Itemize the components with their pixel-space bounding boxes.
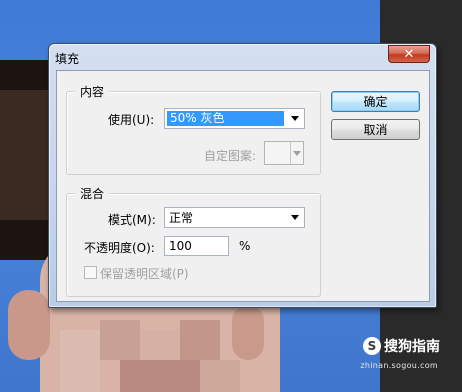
chevron-down-icon bbox=[286, 109, 304, 128]
blending-group-title: 混合 bbox=[75, 185, 110, 202]
close-button[interactable]: ✕ bbox=[388, 45, 430, 63]
opacity-unit: % bbox=[239, 239, 251, 253]
contents-group: 内容 使用(U): 50% 灰色 自定图案: bbox=[66, 83, 321, 175]
mosaic-block bbox=[180, 320, 220, 360]
opacity-label: 不透明度(O): bbox=[84, 241, 155, 255]
custom-pattern-picker[interactable] bbox=[264, 141, 304, 165]
use-label: 使用(U): bbox=[108, 113, 155, 127]
use-dropdown-value: 50% 灰色 bbox=[167, 111, 284, 126]
mosaic-block bbox=[140, 330, 180, 360]
pattern-swatch bbox=[265, 142, 291, 164]
blending-group: 混合 模式(M): 正常 不透明度(O): 100 % 保留透明区域(P) bbox=[66, 185, 321, 297]
mosaic-block bbox=[120, 360, 200, 392]
ok-button[interactable]: 确定 bbox=[331, 91, 420, 112]
preserve-transparency-label: 保留透明区域(P) bbox=[100, 267, 189, 281]
preserve-transparency-checkbox[interactable] bbox=[84, 266, 97, 279]
sogou-logo-icon: S bbox=[363, 337, 381, 355]
watermark-url: zhinan.sogou.com bbox=[360, 361, 438, 370]
mosaic-block bbox=[60, 330, 100, 392]
chevron-down-icon bbox=[291, 142, 303, 164]
contents-group-title: 内容 bbox=[75, 83, 110, 100]
dialog-title-bar[interactable]: 填充 ✕ bbox=[49, 44, 436, 70]
close-icon: ✕ bbox=[403, 46, 415, 62]
mode-dropdown[interactable]: 正常 bbox=[164, 207, 305, 228]
dialog-title: 填充 bbox=[55, 52, 80, 66]
fill-dialog: 填充 ✕ 内容 使用(U): 50% 灰色 自定图案: 混合 模式(M): 正常 bbox=[48, 43, 437, 308]
mosaic-block bbox=[100, 320, 140, 360]
photo-right-ear bbox=[232, 305, 264, 360]
mode-dropdown-value: 正常 bbox=[169, 211, 194, 225]
opacity-input[interactable]: 100 bbox=[164, 236, 229, 256]
watermark-brand: 搜狗指南 bbox=[384, 339, 440, 355]
use-dropdown[interactable]: 50% 灰色 bbox=[164, 108, 305, 129]
dialog-client-area: 内容 使用(U): 50% 灰色 自定图案: 混合 模式(M): 正常 不透明度… bbox=[56, 70, 430, 302]
mode-label: 模式(M): bbox=[108, 213, 156, 227]
cancel-button[interactable]: 取消 bbox=[331, 119, 420, 140]
mosaic-block bbox=[200, 360, 240, 392]
chevron-down-icon bbox=[286, 208, 304, 227]
custom-pattern-label: 自定图案: bbox=[204, 149, 257, 163]
sogou-watermark: S 搜狗指南 bbox=[363, 336, 440, 356]
photo-left-ear bbox=[8, 290, 50, 360]
